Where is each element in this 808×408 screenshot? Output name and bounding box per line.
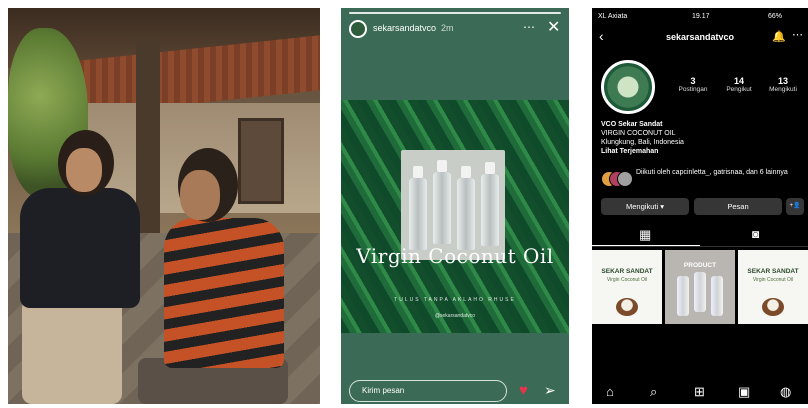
bottle-image: [433, 160, 451, 244]
profile-avatar[interactable]: [601, 60, 655, 114]
avatar: [617, 171, 633, 187]
story-progress-bar: [349, 12, 561, 14]
photo-door: [238, 118, 284, 204]
close-icon[interactable]: ✕: [547, 17, 560, 37]
instagram-story: sekarsandatvco 2m ⋯ ✕ Virgin Coconut Oil…: [341, 8, 569, 404]
shop-icon[interactable]: ▣: [738, 384, 750, 400]
bio-line: VIRGIN COCONUT OIL: [601, 130, 676, 137]
stat-followers-count: 14: [733, 76, 744, 86]
bottle-image: [481, 162, 499, 246]
post-subtitle: Virgin Coconut Oil: [752, 277, 794, 283]
photo-panel: [8, 8, 320, 404]
more-icon[interactable]: ⋯: [792, 28, 803, 41]
bottle-image: [694, 272, 706, 312]
profile-bio: VCO Sekar Sandat VIRGIN COCONUT OIL Klun…: [601, 120, 684, 156]
search-icon[interactable]: ⌕: [650, 384, 657, 400]
stat-following-count: 13: [777, 76, 788, 86]
story-reply-input[interactable]: Kirim pesan: [349, 380, 507, 402]
story-tagline: TULUS TANPA AKLAHO RHUSE: [394, 297, 516, 303]
story-product-title: Virgin Coconut Oil: [356, 244, 554, 268]
person-elder-body: [164, 218, 284, 368]
bottom-nav: ⌂ ⌕ ⊞ ▣ ◍: [592, 380, 808, 404]
status-time: 19.17: [692, 13, 710, 20]
see-translation-link[interactable]: Lihat Terjemahan: [601, 147, 684, 156]
story-avatar[interactable]: [349, 20, 367, 38]
person-elder-face: [180, 170, 220, 220]
home-icon[interactable]: ⌂: [606, 384, 614, 399]
person-young-body: [20, 188, 140, 308]
post-thumbnail[interactable]: SEKAR SANDAT Virgin Coconut Oil: [738, 250, 808, 324]
followed-by-avatars[interactable]: [601, 171, 633, 187]
tagged-icon[interactable]: ◙: [752, 227, 759, 241]
tab-indicator: [592, 245, 700, 246]
heart-icon[interactable]: ♥: [519, 382, 528, 399]
post-grid: SEKAR SANDAT Virgin Coconut Oil PRODUCT …: [592, 250, 808, 324]
story-username[interactable]: sekarsandatvco: [373, 23, 436, 33]
add-user-button[interactable]: +👤: [786, 198, 804, 215]
stat-following[interactable]: 13 Mengikuti: [758, 76, 808, 93]
instagram-profile: XL Axiata 19.17 66% ‹ sekarsandatvco 🔔 ⋯…: [592, 8, 808, 404]
story-handle: @sekarsandatvco: [434, 313, 476, 319]
grid-icon[interactable]: ▦: [639, 227, 651, 243]
stat-posts-label: Postingan: [678, 86, 708, 93]
person-young-face: [66, 148, 102, 192]
post-title: SEKAR SANDAT: [601, 268, 653, 275]
bottle-image: [677, 276, 689, 316]
followed-by-text[interactable]: Diikuti oleh capcinletta_, gatrisnaa, da…: [636, 168, 804, 177]
bottle-image: [457, 166, 475, 250]
bell-icon[interactable]: 🔔: [772, 30, 786, 43]
bio-location: Klungkung, Bali, Indonesia: [601, 139, 684, 146]
photo-pillar: [136, 38, 160, 238]
stat-posts[interactable]: 3 Postingan: [668, 76, 718, 93]
stat-following-label: Mengikuti: [769, 86, 797, 93]
profile-icon[interactable]: ◍: [780, 384, 791, 400]
stat-followers-label: Pengikut: [726, 86, 752, 93]
post-title: PRODUCT: [683, 262, 717, 269]
status-carrier: XL Axiata: [598, 13, 628, 20]
coconut-icon: [616, 298, 638, 316]
post-thumbnail[interactable]: PRODUCT: [665, 250, 735, 324]
bio-name: VCO Sekar Sandat: [601, 121, 663, 128]
stat-followers[interactable]: 14 Pengikut: [714, 76, 764, 93]
profile-tabs: ▦ ◙: [592, 224, 808, 247]
post-thumbnail[interactable]: SEKAR SANDAT Virgin Coconut Oil: [592, 250, 662, 324]
story-time: 2m: [441, 23, 454, 33]
bottle-image: [409, 166, 427, 250]
following-button[interactable]: Mengikuti ▾: [601, 198, 689, 215]
post-title: SEKAR SANDAT: [747, 268, 799, 275]
message-button[interactable]: Pesan: [694, 198, 782, 215]
stat-posts-count: 3: [690, 76, 696, 86]
person-young-legs: [22, 298, 122, 404]
post-subtitle: Virgin Coconut Oil: [606, 277, 648, 283]
status-battery: 66%: [768, 13, 783, 20]
more-icon[interactable]: ⋯: [523, 20, 535, 34]
send-icon[interactable]: ➢: [544, 382, 556, 399]
coconut-icon: [762, 298, 784, 316]
add-post-icon[interactable]: ⊞: [694, 384, 705, 400]
bottle-image: [711, 276, 723, 316]
